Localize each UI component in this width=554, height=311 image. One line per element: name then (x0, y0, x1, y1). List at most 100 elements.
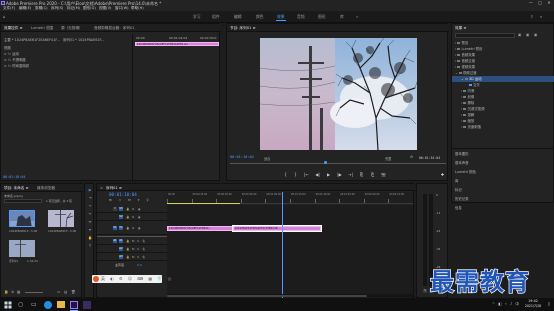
icon-view-icon[interactable]: ▦ (17, 290, 20, 294)
workspace-graphics[interactable]: 图形 (318, 14, 326, 20)
project-thumb-2[interactable] (48, 210, 74, 227)
pen-tool-icon[interactable]: ✒ (88, 228, 92, 232)
slip-tool-icon[interactable]: ↔ (88, 220, 92, 224)
file-explorer-icon[interactable] (57, 301, 65, 308)
effects-item-iris[interactable]: › 划像 (461, 94, 474, 99)
effects-item-lumetri-presets[interactable]: › Lumetri 预设 (455, 46, 482, 51)
effects-item-presets[interactable]: › 预设 (455, 40, 468, 45)
project-thumb-sequence[interactable] (9, 240, 35, 257)
app-taskbar-icon[interactable] (83, 300, 91, 309)
ec-row-time-remap[interactable]: > fx 时间重映射 (4, 63, 29, 68)
effects-item-page-peel[interactable]: › 页面剥落 (461, 124, 481, 129)
effects-item-audio-transitions[interactable]: › 音频过渡 (455, 58, 475, 63)
work-area-bar[interactable] (167, 203, 240, 204)
effects-search-input[interactable] (455, 33, 515, 38)
32bit-effects-icon[interactable]: ▣ (526, 33, 529, 37)
premiere-taskbar-icon[interactable] (70, 300, 78, 309)
track-v1-lock-icon[interactable]: 🔒 (126, 226, 129, 230)
share-icon[interactable]: ⇪ (530, 14, 533, 19)
workspace-learn[interactable]: 学习 (193, 14, 201, 20)
razor-tool-icon[interactable]: ✂ (88, 212, 92, 216)
fit-dropdown[interactable]: 适合 (264, 156, 270, 161)
effects-item-slide[interactable]: › 内滑 (461, 88, 474, 93)
windows-start-icon[interactable] (4, 301, 12, 309)
track-a3-lock-icon[interactable]: 🔒 (126, 255, 129, 259)
system-tray-icons[interactable]: ^ ◧ ⌁ ♪ 中 (492, 302, 520, 307)
export-frame-button[interactable]: 📷 (380, 172, 387, 177)
track-a1-label[interactable]: A1 (119, 239, 123, 243)
track-a1-source-patch[interactable]: A1 (113, 239, 117, 243)
track-area[interactable] (167, 205, 413, 299)
mark-out-button[interactable]: } (293, 172, 298, 177)
track-v3-lock-icon[interactable]: 🔒 (126, 207, 129, 211)
project-thumb-1[interactable] (9, 210, 35, 227)
lift-button[interactable]: ⎘ (358, 172, 365, 177)
track-v2-sync-icon[interactable]: ⇅ (132, 215, 134, 219)
section-essential-graphics[interactable]: 基本图形 (455, 151, 469, 156)
go-to-out-button[interactable]: →| (347, 172, 354, 177)
workspace-color[interactable]: 颜色 (256, 14, 264, 20)
workspace-more-icon[interactable]: » (356, 14, 358, 19)
selection-tool-icon[interactable]: ▶ (88, 188, 92, 192)
section-lumetri-color[interactable]: Lumetri 颜色 (455, 169, 476, 174)
track-a3-label[interactable]: A3 (119, 255, 123, 259)
track-v1-label[interactable]: V1 (119, 226, 123, 230)
track-a2-label[interactable]: A2 (119, 247, 123, 251)
tab-audio-clip-mixer[interactable]: 音频剪辑混合器：序列01 (94, 26, 135, 31)
workspace-libraries[interactable]: 库 (340, 14, 344, 20)
track-v1-eye-icon[interactable]: ◉ (138, 226, 140, 230)
go-to-in-button[interactable]: |← (303, 172, 310, 177)
effects-item-audio-effects[interactable]: › 音频效果 (455, 52, 475, 57)
tab-sequence[interactable]: 序列01 ≡ (106, 186, 122, 191)
effects-item-video-effects[interactable]: › 视频效果 (455, 64, 475, 69)
track-a2-msr-icons[interactable]: M S 🎙 (132, 247, 147, 251)
track-a3-msr-icons[interactable]: M S 🎙 (132, 255, 147, 259)
track-a2-lock-icon[interactable]: 🔒 (126, 247, 129, 251)
tab-program-monitor[interactable]: 节目: 序列01 ≡ (230, 26, 255, 31)
ec-row-opacity[interactable]: > fx 不透明度 (4, 57, 26, 62)
track-v3-eye-icon[interactable]: ◉ (138, 207, 140, 211)
timeline-playhead[interactable] (281, 192, 283, 299)
section-essential-sound[interactable]: 基本声音 (455, 160, 469, 165)
track-v2-lock-icon[interactable]: 🔒 (126, 215, 129, 219)
program-video-frame[interactable] (260, 38, 417, 150)
section-libraries[interactable]: 库 (455, 178, 458, 183)
tab-project[interactable]: 项目: 未命名 ≡ (4, 186, 28, 191)
track-v2-eye-icon[interactable]: ◉ (138, 215, 140, 219)
effects-item-dissolve[interactable]: › 溶解 (461, 112, 474, 117)
clock-time[interactable]: 19:42 (523, 299, 543, 303)
tab-effect-controls[interactable]: 效果控件 ≡ (4, 26, 23, 31)
program-timecode[interactable]: 00:01:10:04 (230, 155, 254, 159)
source-clip-label[interactable]: 主要 * 1024P8AE61F2EA6EF41F... (4, 37, 60, 42)
accelerated-effects-icon[interactable]: ▣ (518, 33, 521, 37)
timeline-clip[interactable]: 1024P8AE61F2EA6EF41F2B9C... (167, 225, 233, 231)
ec-clip-bar[interactable]: 1024P8AE61F2EA6EF41F2B9C4E69.jpg (135, 41, 219, 46)
effects-item-immersive[interactable]: › 沉浸式视频 (461, 106, 484, 111)
section-history[interactable]: 历史记录 (455, 196, 469, 201)
tab-media-browser[interactable]: 媒体浏览器 (37, 186, 55, 191)
ec-row-motion[interactable]: > fx 运动 (4, 51, 19, 56)
section-info[interactable]: 信息 (455, 205, 462, 210)
yuv-effects-icon[interactable]: ▣ (534, 33, 537, 37)
notification-icon[interactable]: ▯ (548, 301, 550, 306)
timeline-timecode[interactable]: 00:01:10:04 (109, 192, 137, 197)
effects-item-wipe[interactable]: › 擦除 (461, 100, 474, 105)
meter-solo-left[interactable]: S (423, 289, 427, 293)
tab-lumetri-scopes[interactable]: Lumetri 范围 (31, 26, 53, 31)
timeline-clip[interactable]: 1024P8AE61F2EA6EF41F2B9C4E... (231, 224, 323, 232)
new-item-icon[interactable]: ▤ (64, 290, 67, 294)
task-view-icon[interactable]: ▭ (31, 301, 39, 309)
mark-in-button[interactable]: { (283, 172, 288, 177)
track-select-tool-icon[interactable]: ⇥ (88, 196, 92, 200)
home-icon[interactable]: ⌂ (3, 14, 8, 19)
track-v3-label[interactable]: V3 (119, 207, 123, 211)
program-playhead[interactable] (324, 161, 327, 164)
program-scrub-bar[interactable] (230, 163, 446, 164)
track-v1-source-patch[interactable]: V1 (113, 226, 117, 230)
step-forward-button[interactable]: |▶ (336, 172, 343, 177)
zoom-slider[interactable] (25, 291, 43, 293)
search-icon[interactable]: ⌕ (540, 14, 542, 19)
master-track-value[interactable]: 0.0 (137, 263, 142, 267)
track-a1-msr-icons[interactable]: M S 🎙 (132, 239, 147, 243)
trash-icon[interactable]: 🗑 (71, 290, 76, 294)
